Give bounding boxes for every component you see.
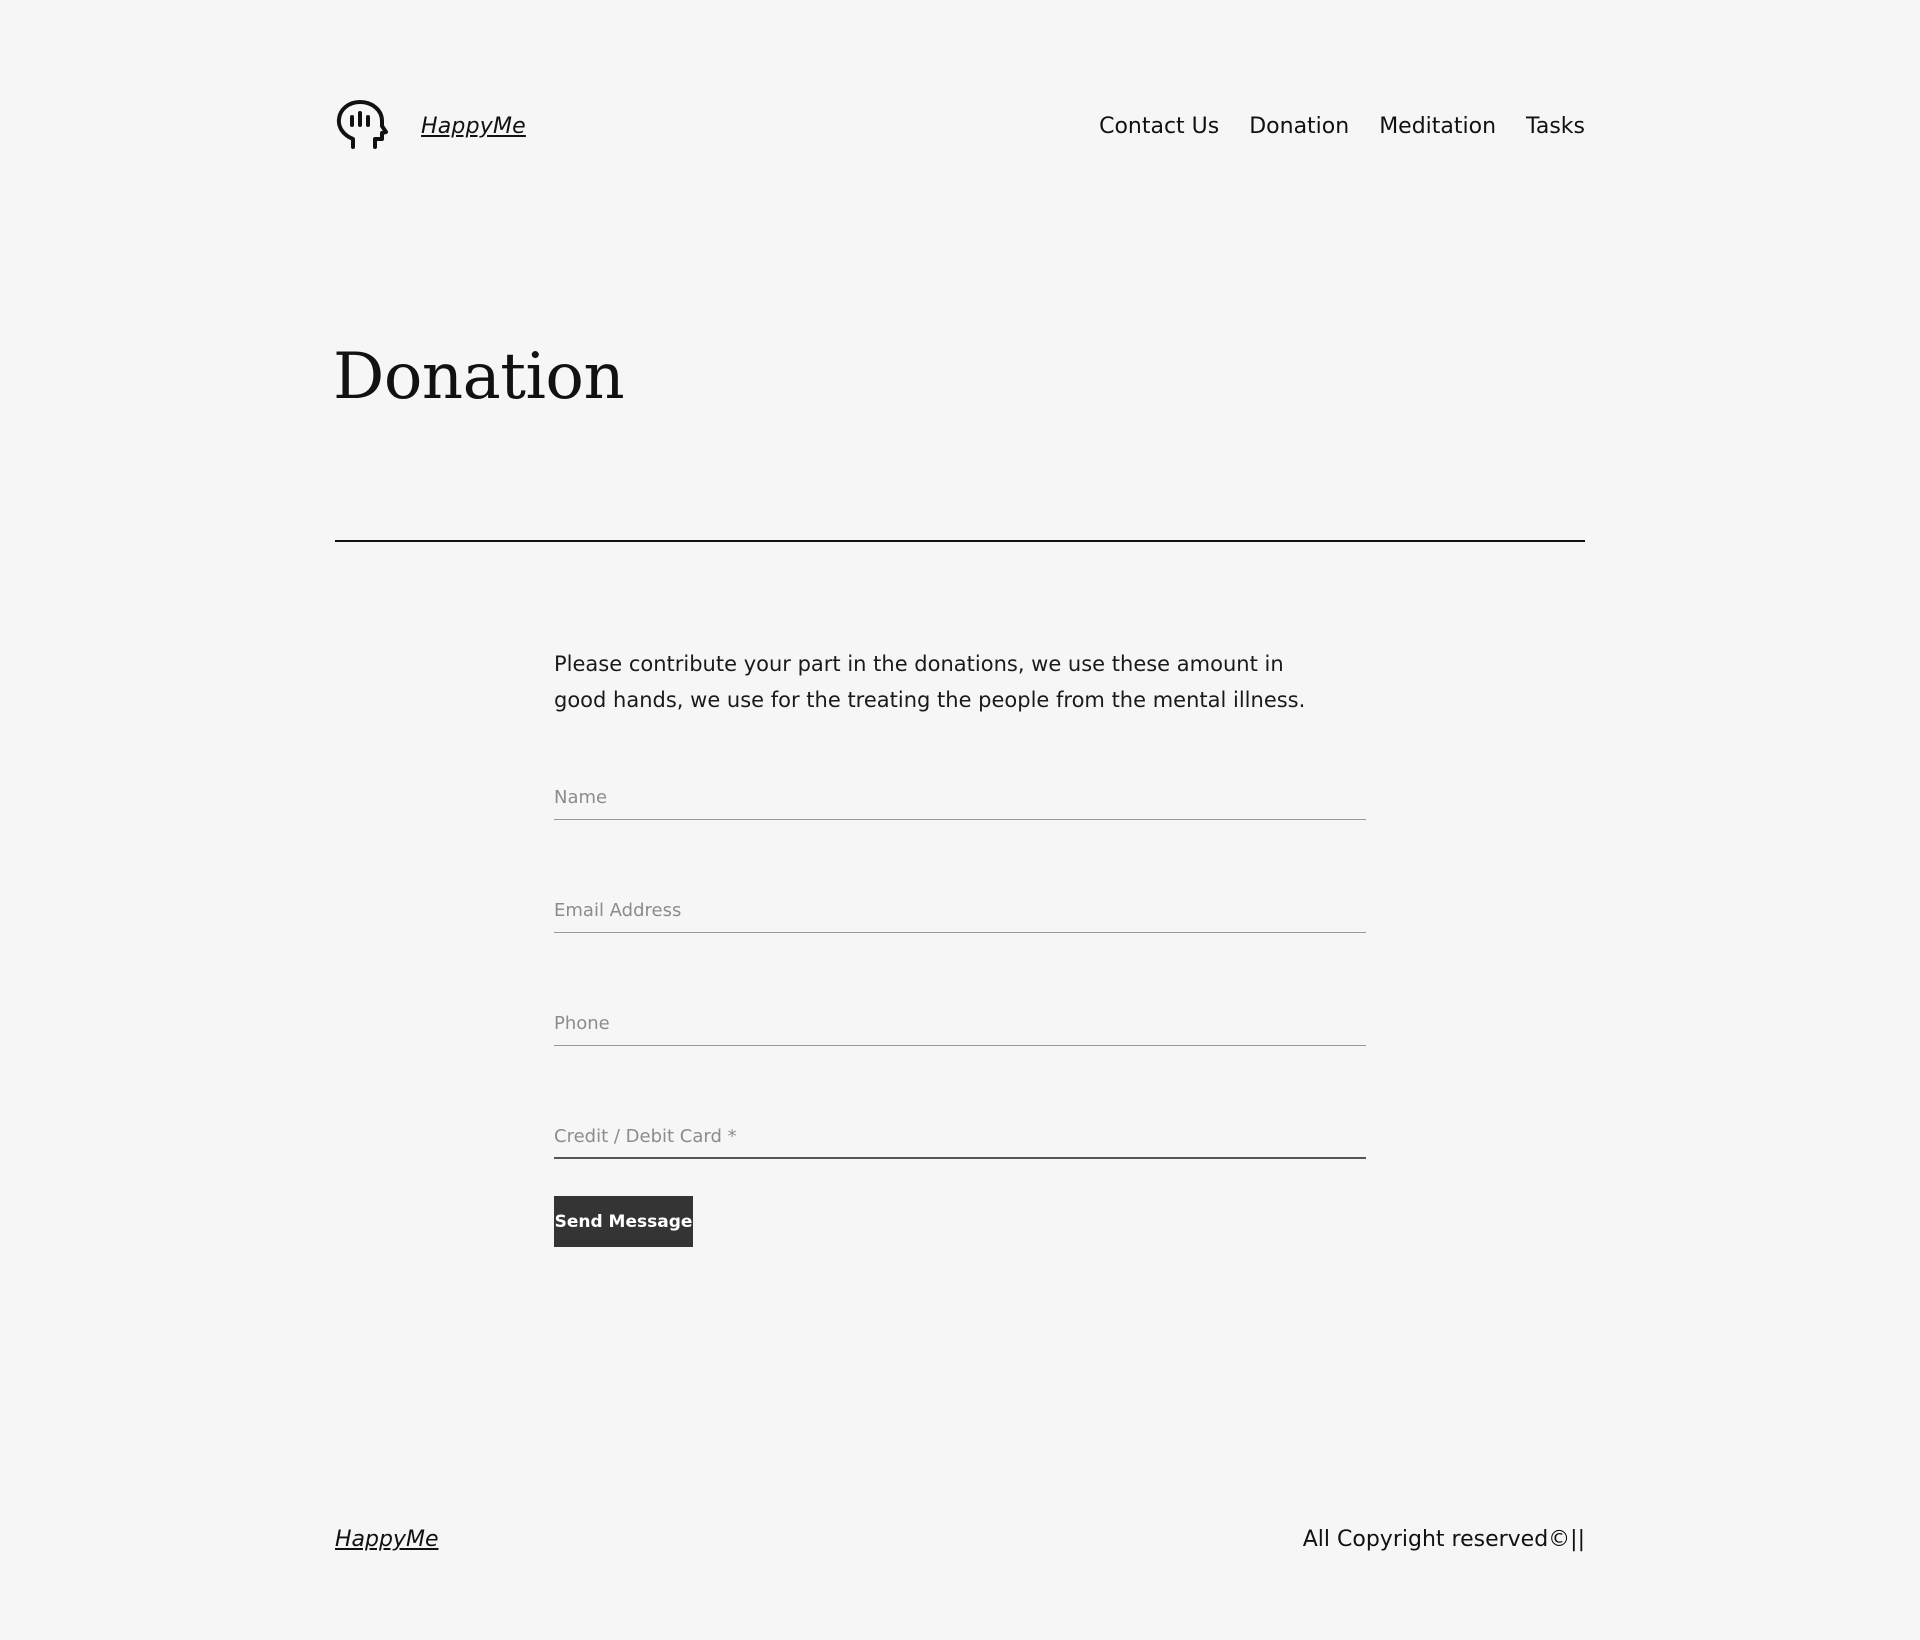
happy-head-icon[interactable]: [335, 99, 389, 153]
brand: HappyMe: [335, 99, 526, 153]
name-input[interactable]: [554, 776, 1366, 820]
nav-donation[interactable]: Donation: [1249, 114, 1349, 139]
footer-copyright: All Copyright reserved©||: [1302, 1527, 1585, 1552]
main-nav: Contact Us Donation Meditation Tasks: [1099, 114, 1585, 139]
footer-site-title-link[interactable]: HappyMe: [335, 1527, 439, 1552]
send-message-button[interactable]: Send Message: [554, 1196, 693, 1247]
card-input[interactable]: [554, 1115, 1366, 1159]
intro-text: Please contribute your part in the donat…: [554, 652, 1306, 712]
card-field-wrapper: [554, 1115, 1366, 1159]
nav-contact-us[interactable]: Contact Us: [1099, 114, 1219, 139]
nav-meditation[interactable]: Meditation: [1379, 114, 1496, 139]
phone-field-wrapper: [554, 1002, 1366, 1046]
email-field-wrapper: [554, 889, 1366, 933]
page-title: Donation: [333, 340, 625, 414]
page: HappyMe Contact Us Donation Meditation T…: [0, 0, 1920, 1640]
site-header: HappyMe Contact Us Donation Meditation T…: [335, 96, 1585, 156]
name-field-wrapper: [554, 776, 1366, 820]
title-divider: [335, 540, 1585, 542]
phone-input[interactable]: [554, 1002, 1366, 1046]
nav-tasks[interactable]: Tasks: [1526, 114, 1585, 139]
email-input[interactable]: [554, 889, 1366, 933]
site-title-link[interactable]: HappyMe: [421, 114, 526, 139]
